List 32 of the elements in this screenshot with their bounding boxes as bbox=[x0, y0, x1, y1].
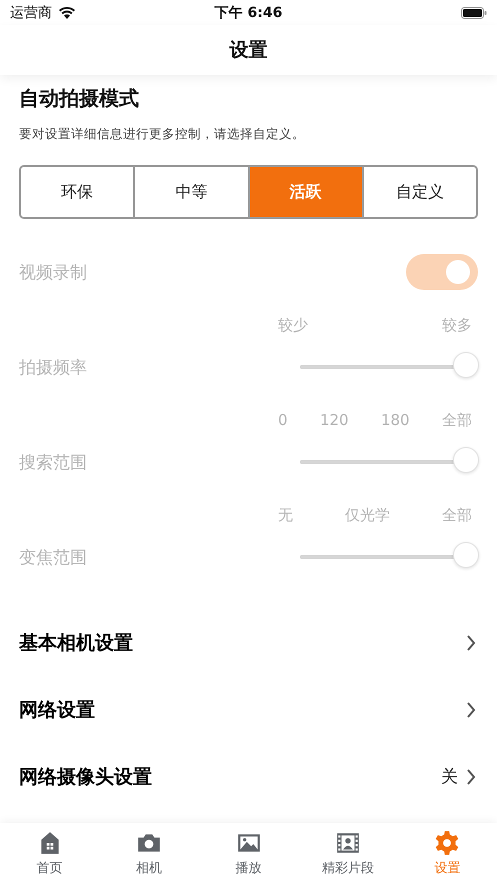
tick-label: 全部 bbox=[442, 411, 472, 430]
settings-icon bbox=[434, 830, 460, 856]
slider-thumb[interactable] bbox=[453, 542, 479, 568]
tab-item[interactable]: 相机 bbox=[99, 823, 199, 883]
battery-icon bbox=[461, 6, 487, 18]
setting-label: 变焦范围 bbox=[19, 546, 88, 568]
tick-label: 较多 bbox=[442, 316, 472, 335]
tick-label: 仅光学 bbox=[345, 506, 390, 525]
chevron-icon bbox=[466, 634, 476, 652]
slider-thumb[interactable] bbox=[453, 447, 479, 473]
carrier-name: 运营商 bbox=[10, 4, 52, 22]
screen-title: 设置 bbox=[230, 38, 268, 63]
tick-label: 全部 bbox=[442, 506, 472, 525]
chevron-icon bbox=[466, 768, 476, 786]
mode-segment[interactable]: 环保 bbox=[21, 167, 136, 217]
wifi-icon bbox=[58, 6, 76, 20]
section-description: 要对设置详细信息进行更多控制，请选择自定义。 bbox=[19, 126, 306, 143]
tab-item[interactable]: 播放 bbox=[198, 823, 298, 883]
slider-thumb[interactable] bbox=[453, 352, 479, 378]
setting-label: 视频录制 bbox=[19, 262, 87, 284]
tick-label: 无 bbox=[278, 506, 293, 525]
tab-item[interactable]: 精彩片段 bbox=[298, 823, 398, 883]
tick-label: 较少 bbox=[278, 316, 308, 335]
section-title: 自动拍摄模式 bbox=[19, 85, 140, 112]
tick-label: 120 bbox=[320, 411, 349, 430]
tab-item[interactable]: 首页 bbox=[0, 823, 100, 883]
tick-label: 0 bbox=[278, 411, 288, 430]
chevron-icon bbox=[466, 700, 476, 718]
status-time: 下午 6:46 bbox=[214, 4, 282, 20]
setting-label: 拍摄频率 bbox=[19, 356, 88, 378]
setting-label: 搜索范围 bbox=[19, 452, 88, 474]
tick-label: 180 bbox=[380, 411, 410, 430]
